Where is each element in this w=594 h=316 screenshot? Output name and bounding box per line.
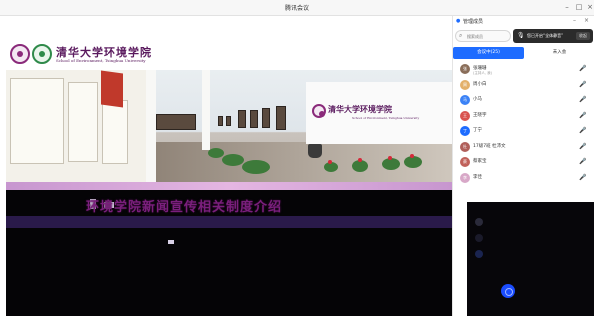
environment-seal-icon xyxy=(32,44,52,64)
mic-muted-icon: 🎙 xyxy=(517,32,525,39)
render-artifact-band xyxy=(6,216,452,228)
photo-wall-sign: 清华大学环境学院 xyxy=(328,104,392,114)
participant-name: 周小白 xyxy=(473,81,487,87)
photo-frame xyxy=(238,110,246,128)
toast-text: 您已开启“全体静音” xyxy=(527,33,564,38)
photo-frame xyxy=(276,106,286,130)
avatar: 张 xyxy=(460,64,470,74)
photo-frame xyxy=(218,116,223,126)
dark-avatar-icon xyxy=(475,218,483,226)
participant-row[interactable]: 周周小白 🎤 xyxy=(453,78,594,94)
photo-flower xyxy=(328,160,332,164)
avatar: 李 xyxy=(460,172,470,183)
photo-flower xyxy=(358,158,362,162)
member-search[interactable]: ⌕ xyxy=(455,30,511,42)
floating-action-button[interactable] xyxy=(501,284,515,298)
photo-wall-sign-english: School of Environment, Tsinghua Universi… xyxy=(352,116,420,120)
mic-muted-icon[interactable]: 🎤 xyxy=(579,174,586,182)
participant-name: 李佳 xyxy=(473,174,482,180)
dark-avatar-icon xyxy=(475,234,483,242)
photo-flower xyxy=(388,156,392,160)
mic-muted-icon[interactable]: 🎤 xyxy=(579,96,586,104)
participant-name: 小马 xyxy=(473,97,482,102)
mute-all-toast: 🎙 您已开启“全体静音” 收起 xyxy=(513,29,593,43)
mic-muted-icon[interactable]: 🎤 xyxy=(579,81,586,89)
panel-close-button[interactable]: × xyxy=(584,17,589,24)
render-artifact xyxy=(168,240,174,244)
photo-pillar xyxy=(146,70,156,182)
mic-muted-icon[interactable]: 🎤 xyxy=(579,112,586,120)
participant-row[interactable]: 马小马 🎤 xyxy=(453,93,594,109)
photo-plant xyxy=(404,156,422,168)
photo-frame xyxy=(226,116,231,126)
window-title: 腾讯会议 xyxy=(284,5,309,12)
tsinghua-seal-icon xyxy=(10,44,30,64)
school-logo: 清华大学环境学院 School of Environment, Tsinghua… xyxy=(8,42,208,68)
slide-header-area: 清华大学环境学院 School of Environment, Tsinghua… xyxy=(6,40,452,190)
members-panel: ● 管理成员 – × ⌕ 🎙 您已开启“全体静音” 收起 会议中(25) 未入会… xyxy=(452,16,594,316)
photo-exhibit-board xyxy=(10,78,64,164)
photo-frame xyxy=(262,108,270,128)
participant-row[interactable]: 蔡蔡家宝 🎤 xyxy=(453,155,594,171)
photo-bronze-vessel xyxy=(308,144,322,158)
photo-plant xyxy=(222,154,244,166)
mic-muted-icon[interactable]: 🎤 xyxy=(579,158,586,166)
photo-window xyxy=(156,114,196,130)
photo-exhibit-board xyxy=(102,100,128,164)
participant-row[interactable]: 王王晓宇 🎤 xyxy=(453,109,594,125)
participant-name: 丁宁 xyxy=(473,128,482,133)
photo-exhibit-board xyxy=(68,82,98,162)
avatar: 王 xyxy=(460,110,470,121)
avatar: 蔡 xyxy=(460,157,470,167)
minimize-button[interactable]: – xyxy=(562,3,572,11)
toast-collapse-button[interactable]: 收起 xyxy=(576,32,590,40)
close-button[interactable]: × xyxy=(585,3,594,11)
lobby-photo: 清华大学环境学院 School of Environment, Tsinghua… xyxy=(6,70,452,182)
dark-avatar-icon xyxy=(475,250,483,258)
mic-muted-icon[interactable]: 🎤 xyxy=(579,143,586,151)
avatar: 周 xyxy=(460,79,470,90)
photo-pillar xyxy=(202,70,210,150)
photo-flower xyxy=(410,154,414,158)
panel-dark-area xyxy=(467,202,594,316)
tab-in-meeting[interactable]: 会议中(25) xyxy=(453,47,524,59)
members-icon: ● xyxy=(456,18,461,24)
members-panel-header: ● 管理成员 – × xyxy=(453,16,594,28)
participant-row[interactable]: 杜 17级7班 杜沛文 🎤 xyxy=(453,140,594,156)
mic-muted-icon[interactable]: 🎤 xyxy=(579,127,586,135)
panel-minimize-button[interactable]: – xyxy=(573,17,576,24)
slide-heading: 环境学院新闻宣传相关制度介绍 xyxy=(86,200,283,215)
avatar: 马 xyxy=(460,95,470,105)
school-name-english: School of Environment, Tsinghua Universi… xyxy=(56,58,146,63)
participant-row[interactable]: 丁丁宁 🎤 xyxy=(453,124,594,140)
participant-list: 张张珊珊 (主持人, 我) 🎤 周周小白 🎤 马小马 🎤 王王晓宇 🎤 丁丁宁 🎤 杜 17级7班 杜沛… xyxy=(453,62,594,186)
slide-divider-strip xyxy=(6,182,452,190)
participant-row[interactable]: 张张珊珊 (主持人, 我) 🎤 xyxy=(453,62,594,78)
window-titlebar: 腾讯会议 – □ × xyxy=(0,0,594,16)
participant-row[interactable]: 李李佳 🎤 xyxy=(453,171,594,187)
tab-not-joined[interactable]: 未入会 xyxy=(524,47,594,59)
avatar: 杜 xyxy=(460,141,470,152)
photo-seal-icon xyxy=(312,104,326,118)
member-tabs: 会议中(25) 未入会 xyxy=(453,47,594,59)
shared-screen: 清华大学环境学院 School of Environment, Tsinghua… xyxy=(6,40,452,316)
photo-plant xyxy=(242,160,270,174)
search-icon: ⌕ xyxy=(459,32,463,39)
photo-plant xyxy=(208,148,224,158)
member-search-input[interactable] xyxy=(467,32,509,41)
maximize-button[interactable]: □ xyxy=(574,3,584,11)
participant-name: 蔡家宝 xyxy=(473,159,487,164)
mic-on-icon[interactable]: 🎤 xyxy=(579,65,586,73)
photo-frame xyxy=(250,110,258,128)
avatar: 丁 xyxy=(460,126,470,136)
participant-name: 王晓宇 xyxy=(473,112,487,118)
participant-name: 17级7班 杜沛文 xyxy=(473,143,506,149)
photo-red-banner xyxy=(101,70,123,108)
photo-plant xyxy=(382,158,400,170)
members-panel-title: 管理成员 xyxy=(463,19,484,25)
participant-role: (主持人, 我) xyxy=(473,71,492,75)
